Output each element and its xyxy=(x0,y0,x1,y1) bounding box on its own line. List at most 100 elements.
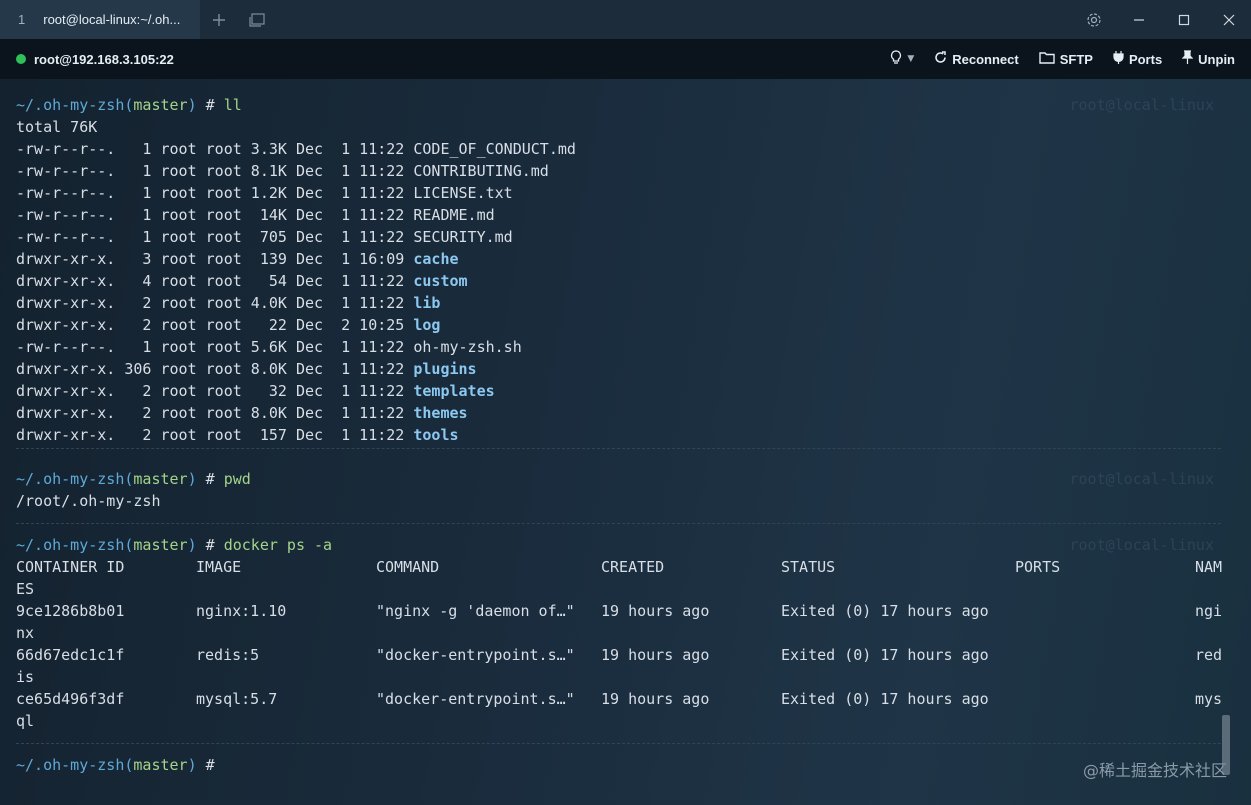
ports-button[interactable]: Ports xyxy=(1113,50,1162,68)
reconnect-label: Reconnect xyxy=(952,51,1019,67)
prompt-line: ~/.oh-my-zsh(master) # docker ps -a xyxy=(16,534,332,556)
unpin-button[interactable]: Unpin xyxy=(1181,50,1235,68)
file-meta: drwxr-xr-x. 4 root root 54 Dec 1 11:22 xyxy=(16,272,414,290)
prompt-hash: # xyxy=(196,756,224,774)
tab-terminal[interactable]: 1 root@local-linux:~/.oh... xyxy=(0,0,200,39)
file-name: LICENSE.txt xyxy=(413,184,513,202)
file-meta: drwxr-xr-x. 306 root root 8.0K Dec 1 11:… xyxy=(16,360,414,378)
prompt-path: ~/.oh-my-zsh xyxy=(16,536,125,554)
directory-name: themes xyxy=(413,404,468,422)
file-name: SECURITY.md xyxy=(413,228,513,246)
minimize-icon[interactable] xyxy=(1116,0,1161,39)
list-item: drwxr-xr-x. 306 root root 8.0K Dec 1 11:… xyxy=(16,358,477,380)
maximize-icon[interactable] xyxy=(1161,0,1206,39)
plus-icon[interactable] xyxy=(200,0,238,39)
directory-name: custom xyxy=(413,272,468,290)
list-item: -rw-r--r--. 1 root root 5.6K Dec 1 11:22… xyxy=(16,336,522,358)
table-header-cell: COMMAND xyxy=(376,558,440,576)
table-cell: "nginx -g 'daemon of…" xyxy=(376,602,575,620)
prompt-branch: master xyxy=(133,756,188,774)
list-item: -rw-r--r--. 1 root root 8.1K Dec 1 11:22… xyxy=(16,160,549,182)
block-separator xyxy=(16,523,1221,524)
list-item: drwxr-xr-x. 2 root root 4.0K Dec 1 11:22… xyxy=(16,292,440,314)
table-cell: ce65d496f3df xyxy=(16,690,125,708)
folder-icon xyxy=(1039,51,1055,68)
list-item: drwxr-xr-x. 4 root root 54 Dec 1 11:22 c… xyxy=(16,270,468,292)
table-cell: 19 hours ago xyxy=(601,602,710,620)
table-cell-wrap: ql xyxy=(16,712,35,730)
tab-number: 1 xyxy=(18,12,26,27)
prompt-paren: ) xyxy=(187,470,197,488)
list-item: -rw-r--r--. 1 root root 3.3K Dec 1 11:22… xyxy=(16,138,576,160)
table-header-cell: IMAGE xyxy=(196,558,242,576)
command-text: ll xyxy=(223,96,242,114)
file-meta: -rw-r--r--. 1 root root 8.1K Dec 1 11:22 xyxy=(16,162,414,180)
table-cell: mys xyxy=(1195,690,1223,708)
file-meta: -rw-r--r--. 1 root root 1.2K Dec 1 11:22 xyxy=(16,184,414,202)
prompt-branch: master xyxy=(133,536,188,554)
file-name: CONTRIBUTING.md xyxy=(413,162,549,180)
file-meta: drwxr-xr-x. 2 root root 22 Dec 2 10:25 xyxy=(16,316,414,334)
command-text: pwd xyxy=(223,470,251,488)
host-marker: root@local-linux xyxy=(1069,96,1215,114)
list-item: drwxr-xr-x. 2 root root 8.0K Dec 1 11:22… xyxy=(16,402,468,424)
file-name: CODE_OF_CONDUCT.md xyxy=(413,140,576,158)
list-item: -rw-r--r--. 1 root root 14K Dec 1 11:22 … xyxy=(16,204,495,226)
ls-total: total 76K xyxy=(16,118,98,136)
prompt-path: ~/.oh-my-zsh xyxy=(16,756,125,774)
tab-title: root@local-linux:~/.oh... xyxy=(43,12,181,27)
file-meta: drwxr-xr-x. 2 root root 157 Dec 1 11:22 xyxy=(16,426,414,444)
table-cell: ngi xyxy=(1195,602,1223,620)
table-cell: redis:5 xyxy=(196,646,260,664)
prompt-paren: ) xyxy=(187,96,197,114)
table-header-cell: NAM xyxy=(1195,558,1223,576)
prompt-branch: master xyxy=(133,470,188,488)
unpin-label: Unpin xyxy=(1198,51,1235,67)
prompt-path: ~/.oh-my-zsh xyxy=(16,470,125,488)
chevron-down-icon: ▼ xyxy=(907,54,915,64)
table-cell: "docker-entrypoint.s…" xyxy=(376,690,575,708)
table-cell-wrap: is xyxy=(16,668,35,686)
close-icon[interactable] xyxy=(1206,0,1251,39)
gear-icon[interactable] xyxy=(1071,0,1116,39)
connection-status-dot xyxy=(16,54,26,64)
table-header-cell: CONTAINER ID xyxy=(16,558,125,576)
list-item: drwxr-xr-x. 2 root root 22 Dec 2 10:25 l… xyxy=(16,314,440,336)
table-cell: "docker-entrypoint.s…" xyxy=(376,646,575,664)
table-header-wrap: ES xyxy=(16,580,35,598)
ports-label: Ports xyxy=(1128,51,1163,67)
directory-name: lib xyxy=(413,294,441,312)
table-header-cell: PORTS xyxy=(1015,558,1061,576)
table-header-cell: CREATED xyxy=(601,558,665,576)
block-separator xyxy=(16,743,1221,744)
table-cell-wrap: nx xyxy=(16,624,35,642)
table-cell: nginx:1.10 xyxy=(196,602,287,620)
list-item: -rw-r--r--. 1 root root 705 Dec 1 11:22 … xyxy=(16,226,513,248)
reconnect-button[interactable]: Reconnect xyxy=(934,50,1019,68)
hint-button[interactable]: ▼ xyxy=(890,49,915,69)
block-separator xyxy=(16,448,1221,449)
directory-name: tools xyxy=(413,426,459,444)
table-cell: 19 hours ago xyxy=(601,646,710,664)
prompt-paren: ) xyxy=(187,536,197,554)
table-header-cell: STATUS xyxy=(781,558,836,576)
host-marker: root@local-linux xyxy=(1069,470,1215,488)
pin-icon xyxy=(1181,50,1194,68)
table-cell: 66d67edc1c1f xyxy=(16,646,125,664)
sftp-button[interactable]: SFTP xyxy=(1039,51,1093,68)
prompt-hash: # xyxy=(196,96,224,114)
directory-name: templates xyxy=(413,382,495,400)
session-host: root@192.168.3.105:22 xyxy=(34,51,174,67)
prompt-path: ~/.oh-my-zsh xyxy=(16,96,125,114)
prompt-line: ~/.oh-my-zsh(master) # pwd xyxy=(16,468,251,490)
file-meta: -rw-r--r--. 1 root root 3.3K Dec 1 11:22 xyxy=(16,140,414,158)
list-item: -rw-r--r--. 1 root root 1.2K Dec 1 11:22… xyxy=(16,182,513,204)
plug-icon xyxy=(1113,50,1124,68)
list-item: drwxr-xr-x. 2 root root 157 Dec 1 11:22 … xyxy=(16,424,459,446)
windows-icon[interactable] xyxy=(238,0,276,39)
lightbulb-icon xyxy=(890,49,902,69)
prompt-line: ~/.oh-my-zsh(master) # ll xyxy=(16,94,242,116)
table-cell: Exited (0) 17 hours ago xyxy=(781,602,989,620)
terminal-output[interactable]: ~/.oh-my-zsh(master) # ll root@local-lin… xyxy=(0,79,1251,805)
file-name: oh-my-zsh.sh xyxy=(413,338,522,356)
